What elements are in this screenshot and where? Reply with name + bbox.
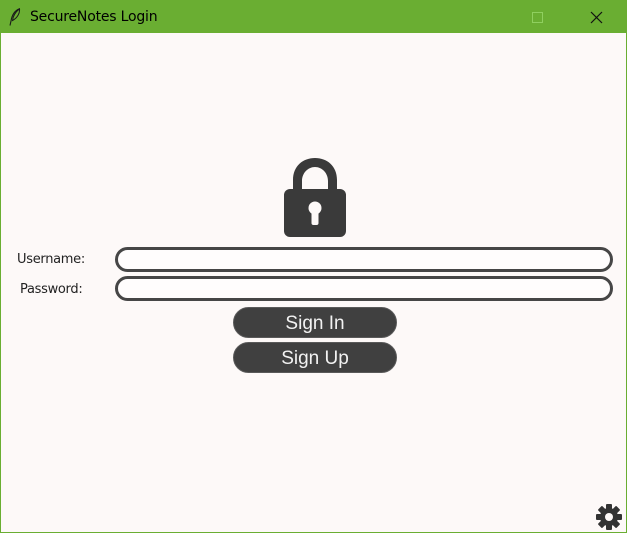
- sign-in-button[interactable]: Sign In: [233, 307, 397, 338]
- login-window: SecureNotes Login Username: Password: Si…: [0, 0, 627, 533]
- maximize-icon: [532, 12, 543, 23]
- close-icon: [590, 11, 603, 24]
- sign-up-button[interactable]: Sign Up: [233, 342, 397, 373]
- maximize-button[interactable]: [514, 1, 560, 33]
- title-bar[interactable]: SecureNotes Login: [1, 1, 626, 33]
- lock-icon: [283, 156, 347, 238]
- gear-icon[interactable]: [595, 503, 623, 531]
- password-field[interactable]: [115, 276, 613, 301]
- username-label: Username:: [17, 252, 85, 267]
- window-title: SecureNotes Login: [30, 9, 158, 25]
- password-label: Password:: [20, 282, 83, 297]
- username-field[interactable]: [115, 247, 613, 272]
- feather-icon: [9, 7, 21, 26]
- close-button[interactable]: [572, 1, 618, 33]
